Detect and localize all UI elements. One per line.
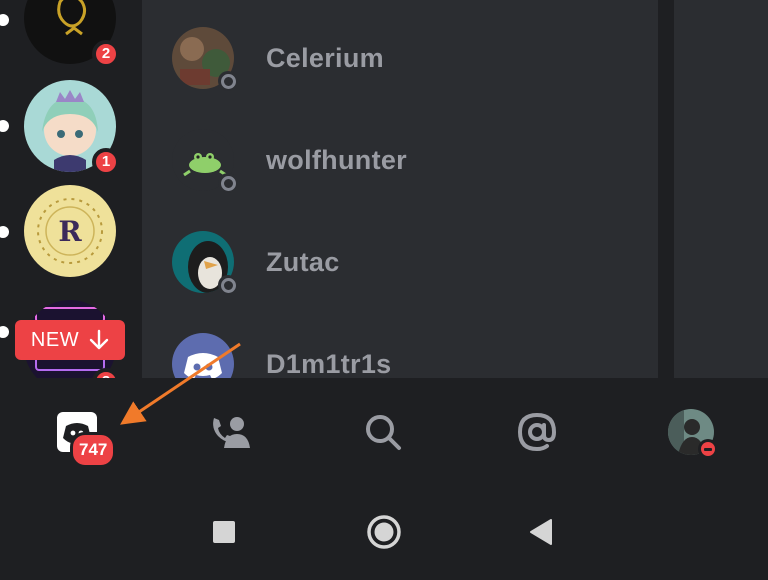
offline-status-icon (218, 71, 238, 91)
mention-badge: 2 (92, 40, 120, 68)
nav-friends[interactable] (200, 404, 260, 460)
square-icon (213, 521, 235, 543)
dm-username: Zutac (266, 246, 340, 277)
unread-indicator (0, 120, 9, 132)
mention-badge: 1 (92, 148, 120, 176)
nav-profile[interactable] (661, 404, 721, 460)
dm-username: wolfhunter (266, 144, 407, 175)
server-anime[interactable]: 1 (24, 80, 120, 176)
new-label: NEW (30, 328, 80, 351)
dm-username: Celerium (266, 42, 384, 73)
unread-indicator (0, 226, 9, 238)
r-clock-icon: R (24, 185, 116, 277)
circle-home-icon (367, 515, 401, 549)
friends-icon (213, 417, 250, 448)
back-button[interactable] (523, 514, 559, 550)
unread-indicator (0, 326, 9, 338)
dm-list: Celerium wolfhunter Zutac D1m1tr1s (142, 0, 658, 378)
back-triangle-icon (530, 519, 552, 545)
discord-default-avatar-icon (172, 333, 234, 378)
peek-panel (674, 0, 768, 378)
mentions-icon (517, 412, 557, 452)
server-letter: R (58, 214, 82, 248)
arrow-down-icon (89, 329, 109, 350)
offline-status-icon (218, 173, 238, 193)
new-unreads-button[interactable]: NEW (15, 320, 125, 360)
offline-status-icon (218, 275, 238, 295)
search-icon (366, 415, 401, 450)
dnd-status-icon (698, 439, 718, 459)
server-lion[interactable]: 2 (24, 0, 120, 68)
dm-row-celerium[interactable]: Celerium (172, 22, 632, 94)
system-nav-bar (0, 484, 768, 580)
nav-mentions[interactable] (507, 404, 567, 460)
recents-button[interactable] (206, 514, 242, 550)
dm-username: D1m1tr1s (266, 348, 392, 379)
dm-row-d1m1tr1s[interactable]: D1m1tr1s (172, 328, 632, 378)
server-r[interactable]: R (24, 185, 116, 277)
dm-row-wolfhunter[interactable]: wolfhunter (172, 124, 632, 196)
unread-indicator (0, 14, 9, 26)
home-mention-badge: 747 (70, 432, 117, 468)
profile-avatar (668, 409, 718, 459)
dm-row-zutac[interactable]: Zutac (172, 226, 632, 298)
home-system-button[interactable] (366, 514, 402, 550)
bottom-nav (0, 378, 768, 484)
nav-search[interactable] (353, 404, 413, 460)
panel-divider (660, 0, 674, 378)
